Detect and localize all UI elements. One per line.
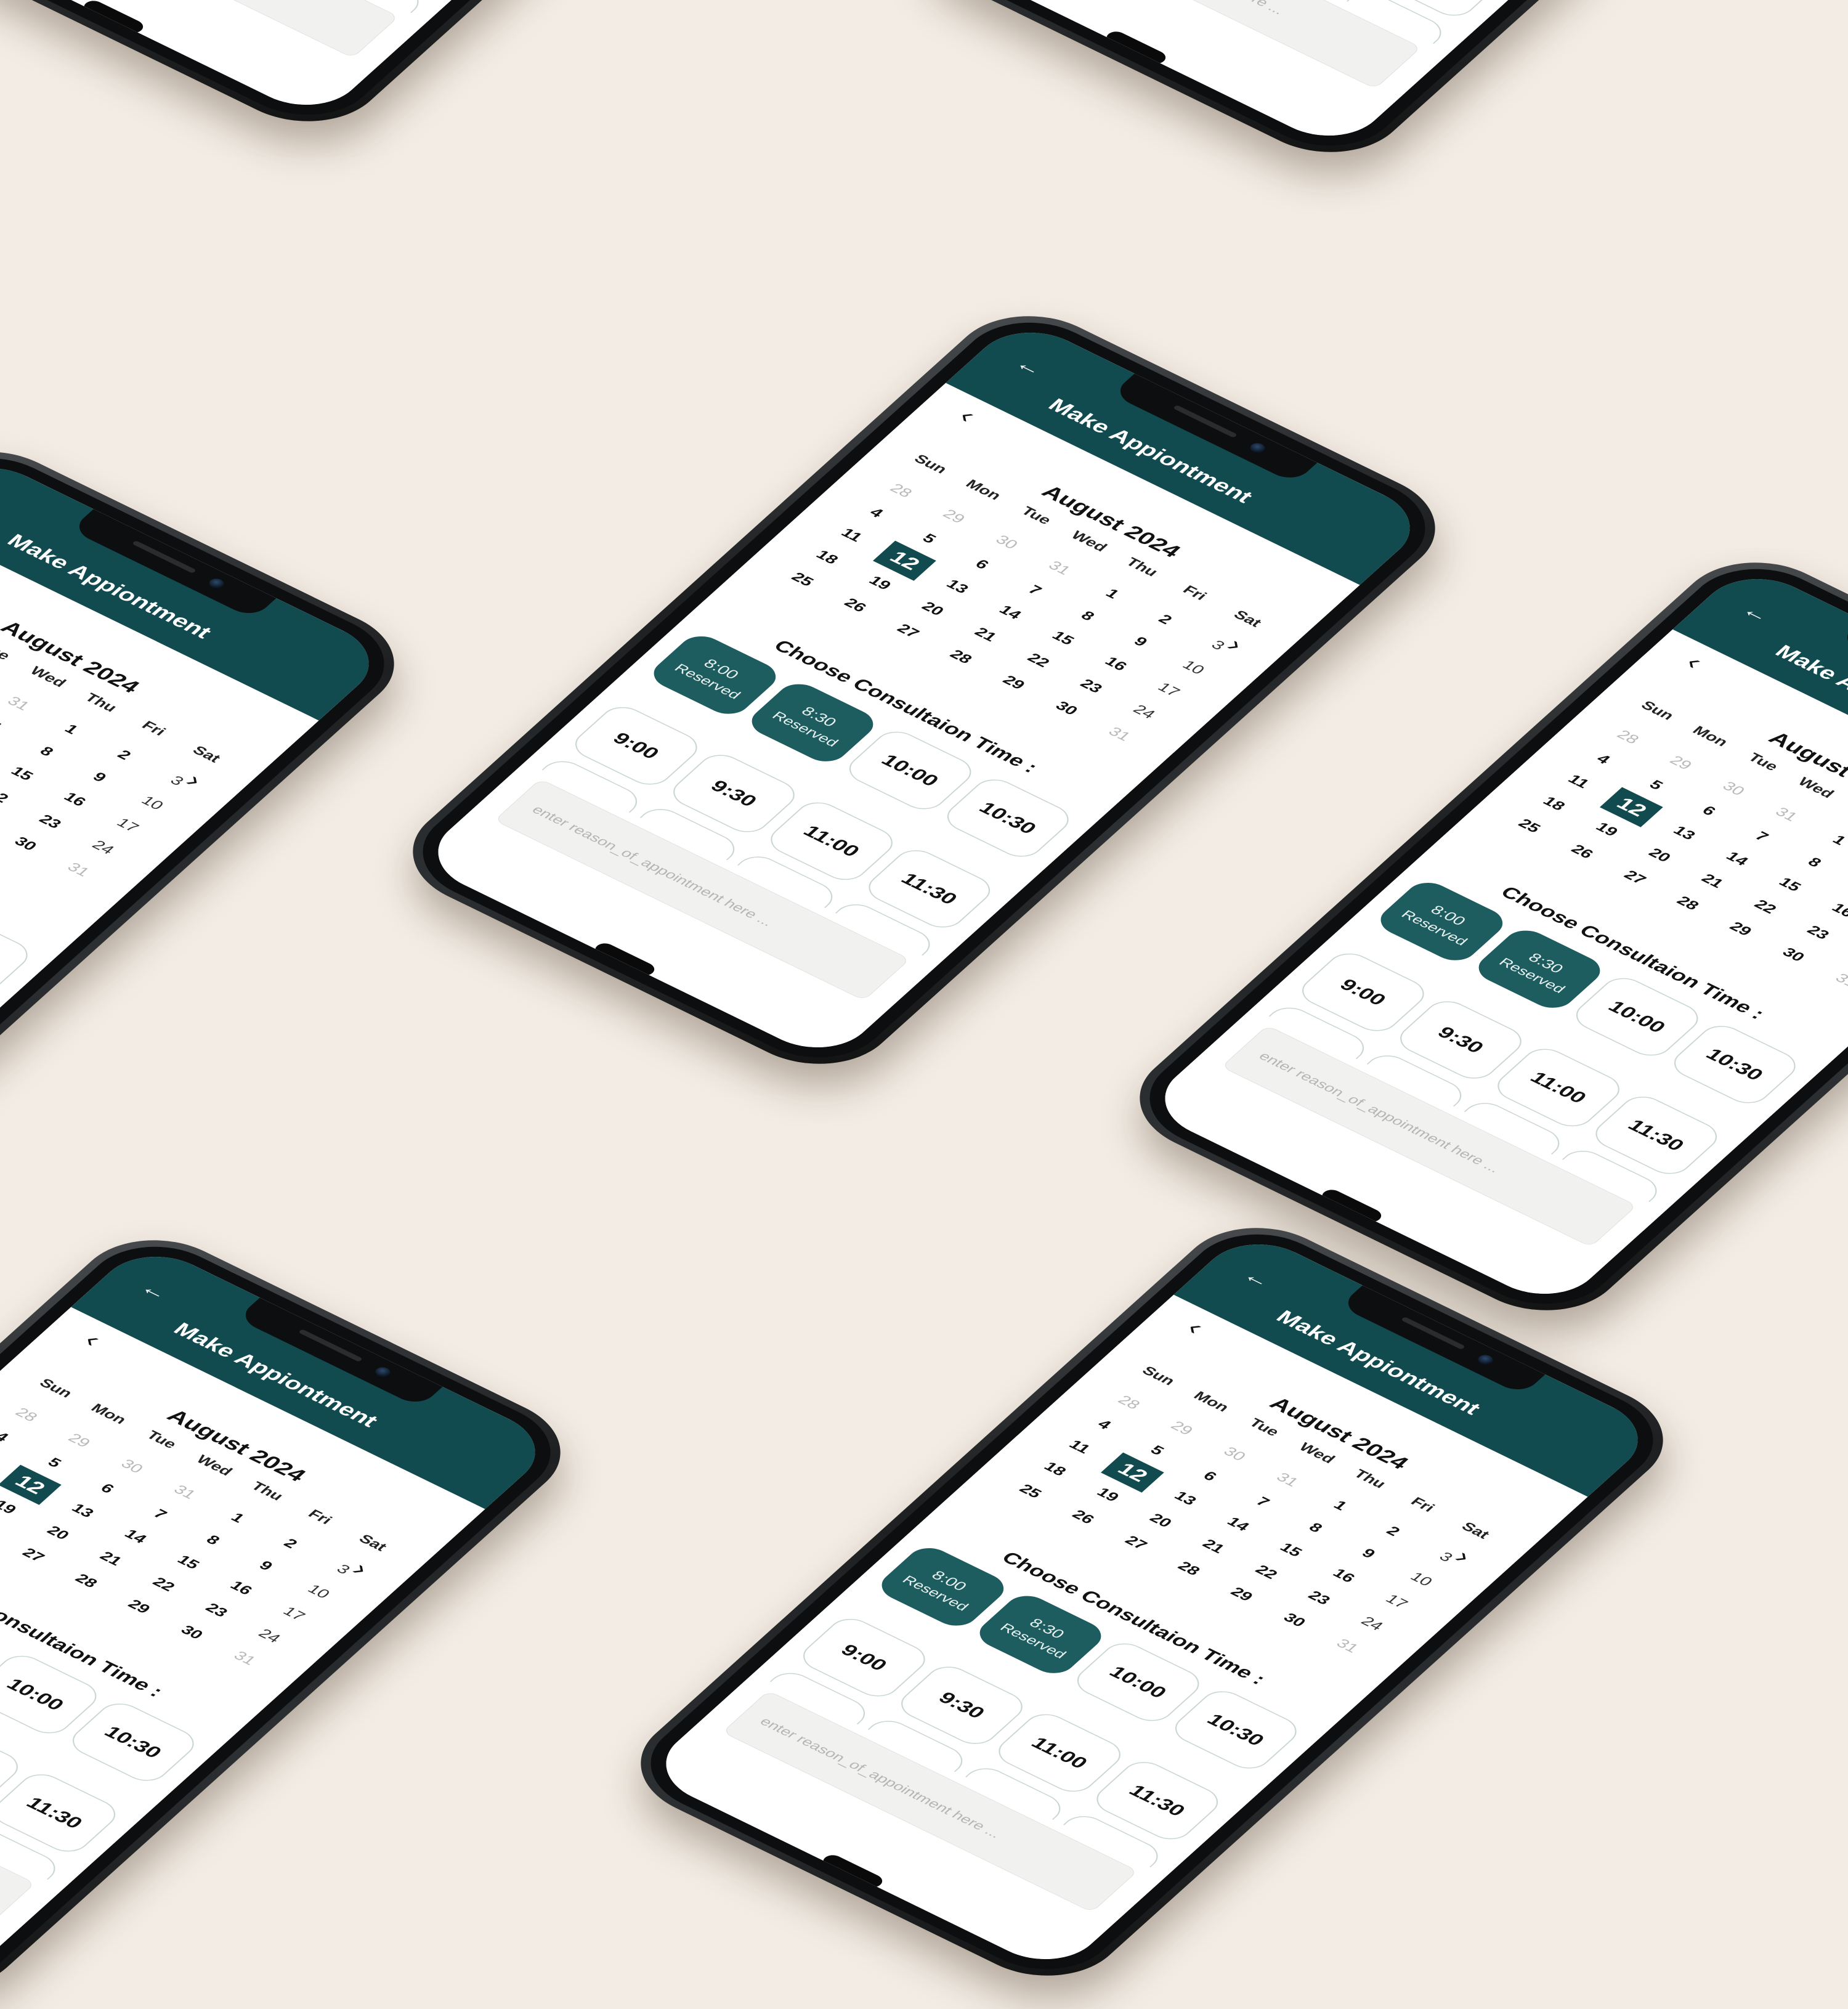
time-slot-time: 10:30 <box>100 1722 167 1762</box>
time-slot-time: 9:30 <box>1433 1023 1489 1057</box>
time-slot-time: 11:00 <box>1525 1068 1592 1107</box>
chevron-left-icon[interactable]: ‹ <box>952 404 983 428</box>
back-arrow-icon[interactable]: ← <box>1733 598 1780 628</box>
time-slot-time: 9:30 <box>706 776 762 810</box>
time-slot-time: 11:30 <box>896 869 963 908</box>
time-slot-time: 11:30 <box>1623 1116 1690 1155</box>
reason-input[interactable]: enter reason_of_appointment here ... <box>1005 0 1422 89</box>
time-slot-time: 10:00 <box>1104 1662 1172 1702</box>
appointment-form: ‹ › August 2024 SunMonTueWedThuFriSat 28… <box>1141 629 1848 1310</box>
phone-mockup: ← Make Appiontment ‹ › August 2024 SunMo… <box>892 0 1848 174</box>
time-slot-time: 10:00 <box>877 750 944 790</box>
chevron-left-icon[interactable]: ‹ <box>1679 651 1709 674</box>
back-arrow-icon[interactable]: ← <box>1234 1263 1281 1294</box>
time-slot-time: 10:30 <box>975 798 1042 838</box>
time-slot-time: 11:30 <box>1124 1781 1191 1820</box>
time-slot-time: 10:30 <box>1202 1710 1270 1750</box>
time-slot-time: 10:30 <box>0 934 1 973</box>
time-slot-time: 9:30 <box>934 1688 990 1722</box>
front-camera-icon <box>1475 1353 1496 1367</box>
back-arrow-icon[interactable]: ← <box>1006 351 1053 382</box>
time-slot-time: 10:00 <box>2 1674 69 1714</box>
phone-mockup: ← Make Appiontment ‹ › August 2024 SunMo… <box>609 1206 1695 1997</box>
back-arrow-icon[interactable]: ← <box>131 1275 178 1306</box>
time-slot-time: 9:00 <box>608 728 665 763</box>
chevron-left-icon[interactable]: ‹ <box>1180 1316 1210 1339</box>
time-slot-time: 11:00 <box>1026 1733 1093 1772</box>
phone-mockup: ← Make Appiontment ‹ › August 2024 SunMo… <box>0 430 426 1221</box>
front-camera-icon <box>206 577 227 591</box>
back-arrow-icon[interactable]: ← <box>0 487 12 517</box>
time-slot-time: 9:00 <box>1335 975 1392 1009</box>
chevron-left-icon[interactable]: ‹ <box>78 1328 108 1352</box>
time-slot-time: 10:00 <box>1603 997 1671 1036</box>
front-camera-icon <box>1247 441 1268 455</box>
app-screen: ← Make Appiontment ‹ › August 2024 SunMo… <box>0 452 392 1199</box>
front-camera-icon <box>372 1365 394 1379</box>
time-slot-time: 10:30 <box>1701 1044 1769 1084</box>
time-slot-time: 9:00 <box>836 1640 893 1674</box>
time-slot-time: 11:00 <box>798 821 865 861</box>
time-slot-time: 11:30 <box>22 1793 88 1832</box>
phone-mockup: ← Make Appiontment ‹ › August 2024 SunMo… <box>0 0 956 143</box>
phone-mockup: ← Make Appiontment ‹ › August 2024 SunMo… <box>0 1219 593 2009</box>
